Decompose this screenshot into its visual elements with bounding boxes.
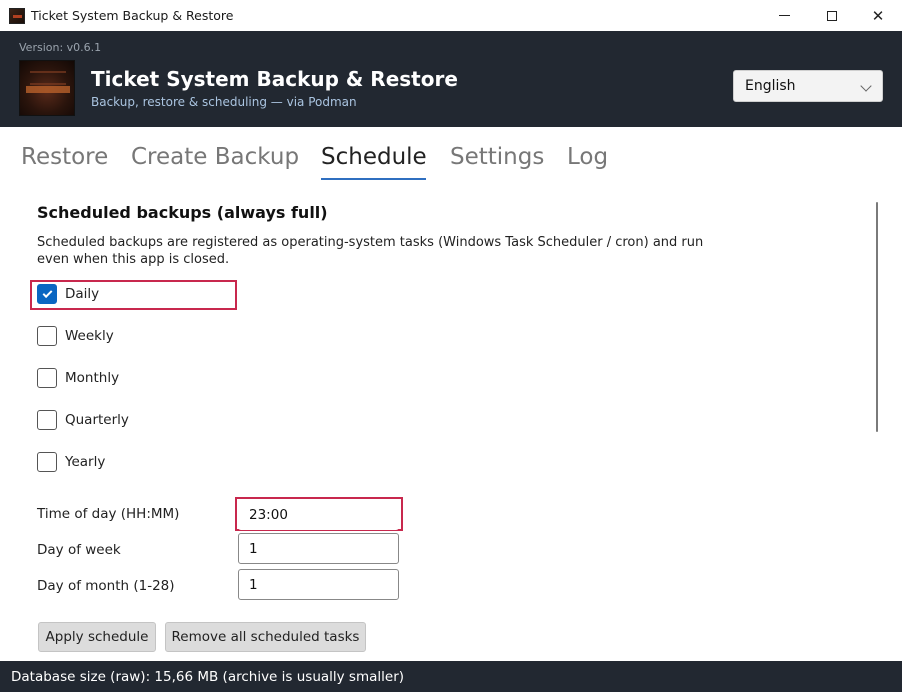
tab-bar: Restore Create Backup Schedule Settings … (0, 127, 902, 182)
maximize-icon (827, 10, 837, 21)
close-button[interactable]: ✕ (855, 0, 901, 31)
app-subtitle: Backup, restore & scheduling — via Podma… (91, 95, 357, 109)
section-title: Scheduled backups (always full) (37, 203, 328, 222)
language-select-value: English (745, 78, 796, 94)
day-of-month-input[interactable] (238, 569, 399, 600)
checkbox-monthly[interactable]: Monthly (37, 367, 119, 389)
checkbox-weekly-box[interactable] (37, 326, 57, 346)
chevron-down-icon (860, 80, 872, 92)
minimize-icon (778, 15, 790, 16)
window-titlebar: Ticket System Backup & Restore ✕ (0, 0, 902, 31)
window-title: Ticket System Backup & Restore (31, 8, 234, 23)
tab-restore[interactable]: Restore (21, 144, 108, 170)
time-of-day-input[interactable] (238, 499, 399, 530)
checkbox-quarterly-box[interactable] (37, 410, 57, 430)
checkbox-monthly-box[interactable] (37, 368, 57, 388)
checkbox-daily-label: Daily (65, 286, 100, 302)
schedule-description: Scheduled backups are registered as oper… (37, 235, 704, 267)
minimize-button[interactable] (761, 0, 807, 31)
checkbox-daily-box[interactable] (37, 284, 57, 304)
checkbox-monthly-label: Monthly (65, 370, 120, 386)
checkbox-yearly-label: Yearly (65, 454, 106, 470)
status-bar: Database size (raw): 15,66 MB (archive i… (0, 661, 902, 692)
app-logo (19, 60, 75, 116)
tab-log[interactable]: Log (567, 144, 608, 170)
day-of-week-input[interactable] (238, 533, 399, 564)
language-select[interactable]: English (733, 70, 883, 102)
checkbox-quarterly[interactable]: Quarterly (37, 409, 129, 431)
close-icon: ✕ (871, 6, 885, 25)
app-header: Version: v0.6.1 Ticket System Backup & R… (0, 31, 902, 127)
maximize-button[interactable] (809, 0, 855, 31)
apply-schedule-button[interactable]: Apply schedule (38, 622, 156, 652)
checkbox-weekly[interactable]: Weekly (37, 325, 114, 347)
tab-settings[interactable]: Settings (450, 144, 544, 170)
database-size-status: Database size (raw): 15,66 MB (archive i… (11, 669, 405, 685)
tab-schedule[interactable]: Schedule (321, 144, 427, 170)
check-icon (42, 287, 52, 298)
vertical-scrollbar[interactable] (876, 202, 878, 432)
time-of-day-label: Time of day (HH:MM) (37, 506, 180, 522)
checkbox-quarterly-label: Quarterly (65, 412, 129, 428)
checkbox-daily[interactable]: Daily (37, 283, 99, 305)
app-icon (9, 8, 25, 24)
app-title: Ticket System Backup & Restore (91, 67, 458, 91)
remove-scheduled-tasks-button[interactable]: Remove all scheduled tasks (165, 622, 366, 652)
day-of-month-label: Day of month (1-28) (37, 578, 175, 594)
version-label: Version: v0.6.1 (19, 41, 102, 54)
checkbox-yearly-box[interactable] (37, 452, 57, 472)
day-of-week-label: Day of week (37, 542, 121, 558)
tab-create-backup[interactable]: Create Backup (131, 144, 299, 170)
active-tab-indicator (321, 178, 426, 180)
checkbox-yearly[interactable]: Yearly (37, 451, 105, 473)
schedule-panel: Scheduled backups (always full) Schedule… (0, 182, 902, 661)
checkbox-weekly-label: Weekly (65, 328, 114, 344)
